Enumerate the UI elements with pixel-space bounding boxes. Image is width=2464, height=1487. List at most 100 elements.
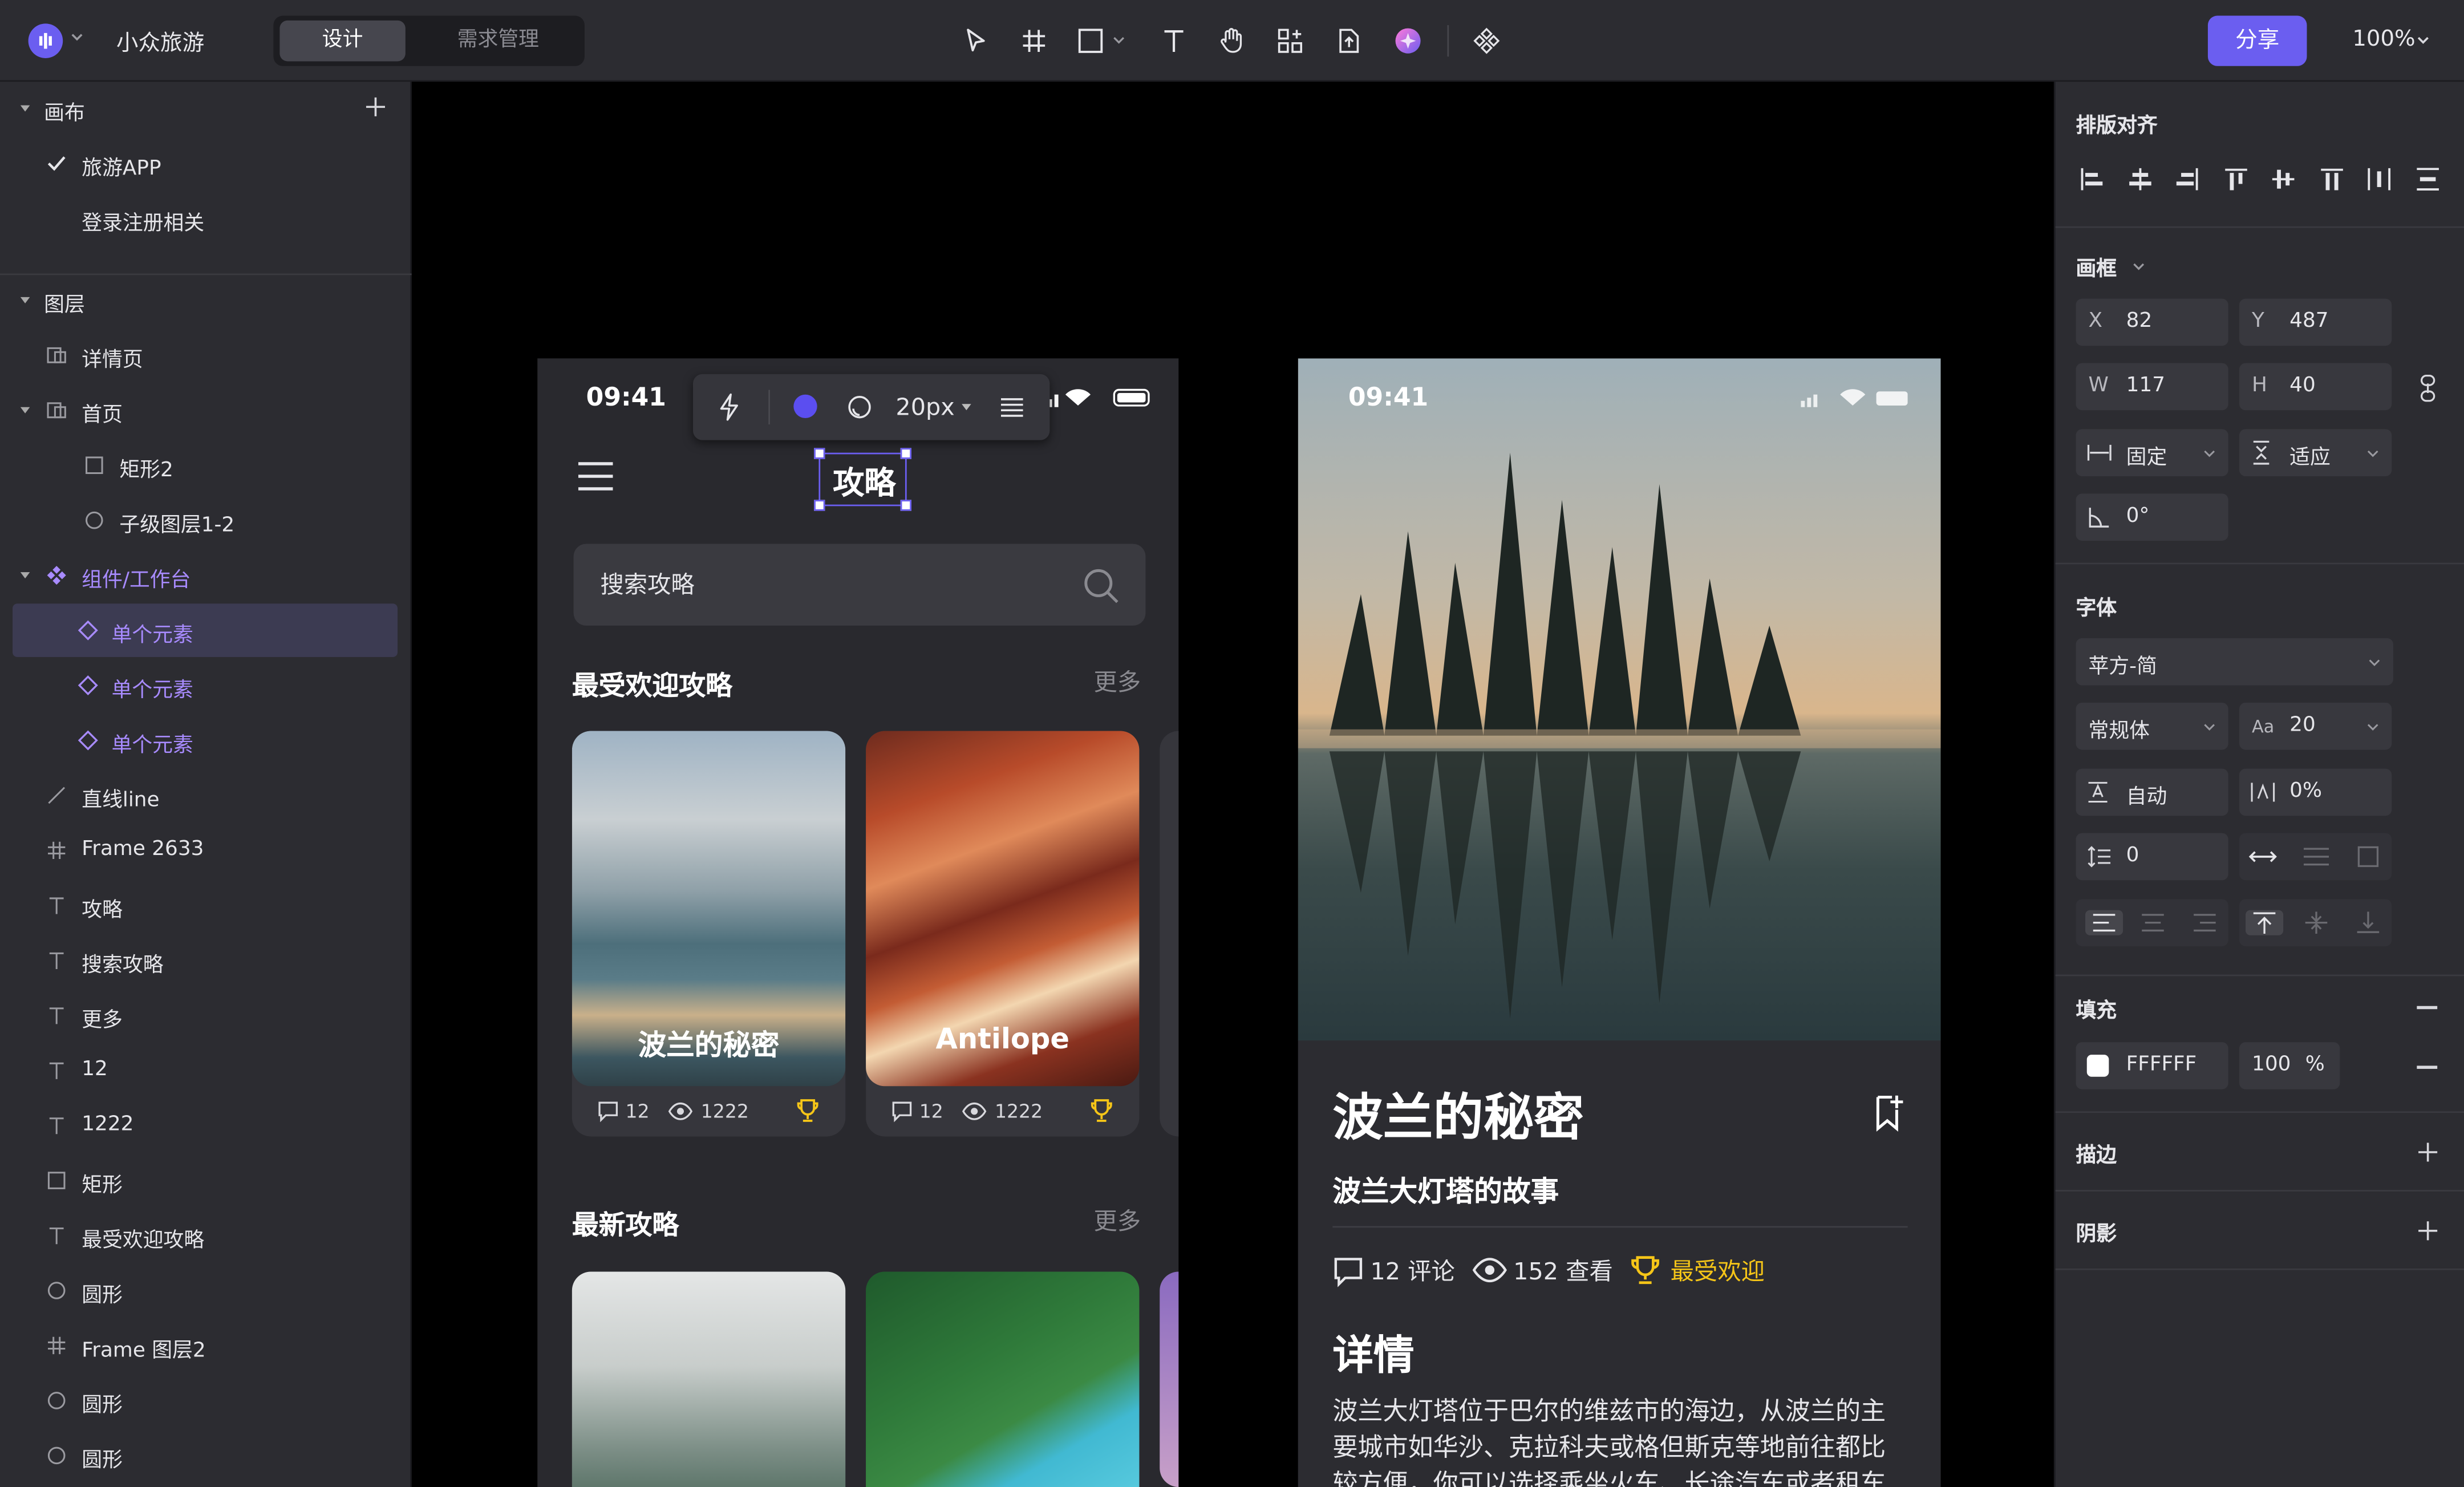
caret-down-icon[interactable]: [13, 398, 38, 423]
latest-card-image[interactable]: [572, 1271, 846, 1487]
layer-item[interactable]: Frame 图层2: [13, 1319, 398, 1372]
layer-item[interactable]: 圆形: [13, 1429, 398, 1482]
rotation-field[interactable]: 0°: [2076, 493, 2228, 541]
width-mode-select[interactable]: 固定: [2076, 429, 2228, 477]
constrain-proportions-icon[interactable]: [2418, 374, 2437, 403]
vertical-align-top-icon[interactable]: [2246, 910, 2284, 935]
selected-title-element[interactable]: 攻略: [814, 448, 911, 511]
text-align-center-icon[interactable]: [2139, 910, 2167, 935]
fill-color-field[interactable]: FFFFFF: [2076, 1042, 2228, 1089]
search-icon[interactable]: [1083, 568, 1120, 605]
resize-handle[interactable]: [900, 500, 911, 511]
resize-handle[interactable]: [900, 448, 911, 459]
h-field[interactable]: H 40: [2239, 363, 2392, 411]
zoom-level[interactable]: 100%: [2352, 27, 2415, 52]
caret-down-icon[interactable]: [19, 102, 31, 115]
resize-handle[interactable]: [814, 448, 825, 459]
search-input[interactable]: 搜索攻略: [573, 544, 1146, 626]
menu-icon[interactable]: [578, 459, 613, 494]
layer-item[interactable]: 组件/工作台: [13, 549, 398, 602]
layer-item[interactable]: 详情页: [13, 329, 398, 382]
layer-item[interactable]: 矩形2: [13, 439, 398, 492]
tab-requirements[interactable]: 需求管理: [415, 21, 581, 62]
auto-height-icon[interactable]: [2302, 846, 2331, 868]
align-top-icon[interactable]: [2220, 164, 2252, 195]
distribute-vertical-icon[interactable]: [2412, 164, 2443, 195]
layer-item[interactable]: 攻略: [13, 878, 398, 932]
layer-item-selected[interactable]: 单个元素: [13, 603, 398, 657]
ai-plugin-icon[interactable]: [1389, 23, 1427, 58]
text-color-swatch[interactable]: [793, 394, 817, 419]
caret-down-icon[interactable]: [13, 563, 38, 588]
remove-fill-layer-icon[interactable]: [2417, 1065, 2438, 1068]
text-icon[interactable]: [1155, 23, 1193, 58]
layer-item[interactable]: 最受欢迎攻略: [13, 1209, 398, 1262]
guide-card[interactable]: Antilope 12 1222: [866, 731, 1140, 1137]
guide-card[interactable]: 波兰的秘密 12 1222: [572, 731, 846, 1137]
paragraph-spacing-field[interactable]: 0: [2076, 833, 2228, 881]
chevron-down-icon[interactable]: [2416, 31, 2431, 47]
layer-item[interactable]: Frame 2633: [13, 824, 398, 877]
align-left-icon[interactable]: [2076, 164, 2107, 195]
align-right-icon[interactable]: [2172, 164, 2203, 195]
y-field[interactable]: Y 487: [2239, 298, 2392, 346]
font-size-select[interactable]: Aa 20: [2239, 702, 2392, 750]
layer-item[interactable]: 圆形: [13, 1374, 398, 1428]
layer-item[interactable]: 单个元素: [13, 659, 398, 712]
align-vertical-center-icon[interactable]: [2268, 164, 2299, 195]
more-link[interactable]: 更多: [1094, 1204, 1141, 1237]
text-align-icon[interactable]: [999, 395, 1024, 420]
align-horizontal-center-icon[interactable]: [2125, 164, 2156, 195]
vertical-align-middle-icon[interactable]: [2302, 910, 2331, 935]
layer-item[interactable]: 1222: [13, 1099, 398, 1152]
latest-card-image[interactable]: [866, 1271, 1140, 1487]
layer-item[interactable]: 搜索攻略: [13, 934, 398, 987]
w-field[interactable]: W 117: [2076, 363, 2228, 411]
line-height-field[interactable]: 自动: [2076, 768, 2228, 816]
letter-spacing-field[interactable]: 0%: [2239, 768, 2392, 816]
caret-down-icon[interactable]: [19, 294, 31, 306]
more-link[interactable]: 更多: [1094, 665, 1141, 698]
font-size-value[interactable]: 20px: [895, 393, 954, 422]
fill-color-swatch[interactable]: [2086, 1055, 2109, 1077]
phone-frame-detail[interactable]: 09:41 波兰的秘密 波兰大灯塔的故事 12 评论 152 查看 最受欢迎 详…: [1298, 358, 1941, 1487]
frame-icon[interactable]: [1015, 23, 1053, 58]
caret-down-icon[interactable]: [960, 401, 972, 414]
layer-item[interactable]: 更多: [13, 988, 398, 1042]
text-align-left-icon[interactable]: [2085, 910, 2123, 935]
layer-item[interactable]: 单个元素: [13, 714, 398, 767]
component-icon[interactable]: [1468, 23, 1505, 58]
fixed-size-icon[interactable]: [2356, 844, 2381, 869]
layer-item[interactable]: 12: [13, 1044, 398, 1097]
chevron-down-icon[interactable]: [2131, 258, 2147, 274]
bookmark-add-icon[interactable]: [1873, 1094, 1904, 1132]
font-family-select[interactable]: 苹方-简: [2076, 638, 2394, 686]
hand-icon[interactable]: [1213, 23, 1251, 58]
x-field[interactable]: X 82: [2076, 298, 2228, 346]
align-bottom-icon[interactable]: [2316, 164, 2348, 195]
layer-item[interactable]: 圆形: [13, 1264, 398, 1318]
export-icon[interactable]: [1330, 23, 1367, 58]
components-icon[interactable]: [1271, 23, 1309, 58]
remove-fill-icon[interactable]: [2417, 1006, 2438, 1008]
page-item[interactable]: 旅游APP: [13, 137, 398, 191]
add-shadow-icon[interactable]: [2417, 1220, 2439, 1242]
resize-handle[interactable]: [814, 500, 825, 511]
fill-opacity-field[interactable]: 100 %: [2239, 1042, 2340, 1089]
layer-item[interactable]: 直线line: [13, 769, 398, 822]
vertical-align-bottom-icon[interactable]: [2354, 910, 2382, 935]
lightning-icon[interactable]: [718, 393, 740, 422]
corner-radius-icon[interactable]: [847, 395, 872, 420]
layer-item[interactable]: 子级图层1-2: [13, 493, 398, 547]
layer-item[interactable]: 首页: [13, 383, 398, 437]
tab-design[interactable]: 设计: [279, 20, 406, 62]
auto-width-icon[interactable]: [2248, 846, 2277, 868]
chevron-down-icon[interactable]: [69, 29, 85, 44]
distribute-horizontal-icon[interactable]: [2364, 164, 2395, 195]
add-page-icon[interactable]: [364, 96, 387, 118]
project-name[interactable]: 小众旅游: [116, 27, 204, 58]
height-mode-select[interactable]: 适应: [2239, 429, 2392, 477]
font-weight-select[interactable]: 常规体: [2076, 702, 2228, 750]
rectangle-icon[interactable]: [1075, 23, 1131, 58]
app-logo-icon[interactable]: [28, 23, 63, 58]
